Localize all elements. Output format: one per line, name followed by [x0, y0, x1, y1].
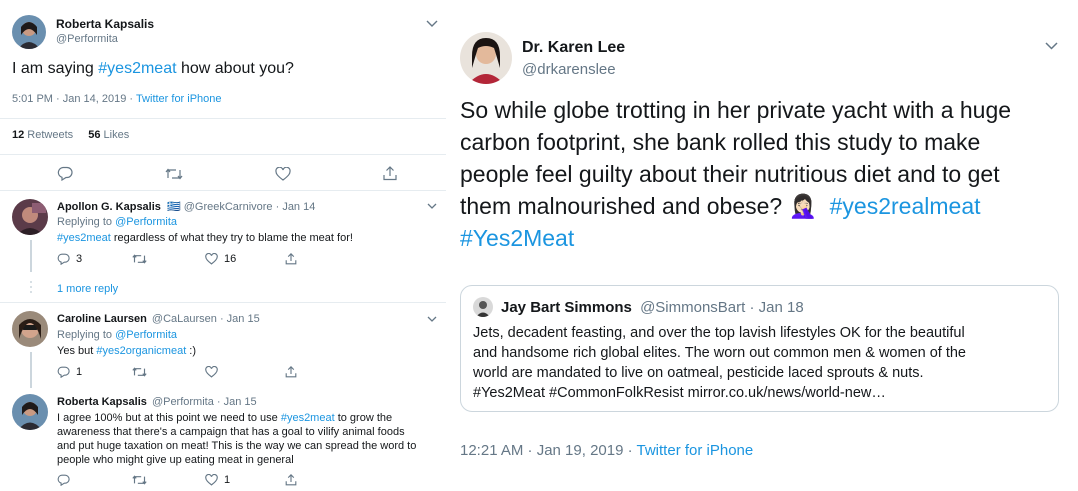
reply-author[interactable]: Apollon G. Kapsalis 🇬🇷 @GreekCarnivore ·… — [57, 200, 315, 213]
retweet-icon — [165, 168, 183, 179]
retweets-stat[interactable]: 12 Retweets — [12, 129, 73, 141]
left-tweet-panel: Roberta Kapsalis @Performita I am saying… — [0, 0, 446, 491]
reply-button[interactable] — [57, 474, 132, 486]
chevron-down-icon[interactable] — [1045, 42, 1059, 52]
share-icon — [285, 366, 297, 378]
reply-text-line: people who might give up eating meat in … — [57, 454, 294, 466]
author-name[interactable]: Roberta Kapsalis — [56, 17, 154, 31]
avatar[interactable] — [460, 32, 512, 84]
author-handle[interactable]: @Performita — [56, 33, 118, 45]
mention-link[interactable]: @Performita — [115, 329, 177, 341]
quoted-tweet-card[interactable]: Jay Bart Simmons @SimmonsBart · Jan 18 J… — [460, 285, 1059, 412]
reply-icon — [57, 166, 73, 181]
retweet-button[interactable] — [132, 474, 205, 486]
chevron-down-icon[interactable] — [427, 316, 441, 326]
share-button[interactable] — [285, 366, 297, 378]
tweet-timestamp: 12:21 AM · Jan 19, 2019 · Twitter for iP… — [460, 442, 754, 459]
reply-author[interactable]: Caroline Laursen @CaLaursen · Jan 15 — [57, 313, 260, 325]
reply-actions: 1 — [57, 366, 297, 378]
like-button[interactable]: 1 — [205, 474, 285, 486]
divider — [0, 154, 446, 155]
share-icon — [285, 253, 297, 265]
divider — [0, 190, 446, 191]
reply-text: #yes2meat regardless of what they try to… — [57, 232, 353, 244]
flag-icon: 🇬🇷 — [166, 201, 181, 213]
reply-icon — [57, 474, 70, 486]
more-replies-link[interactable]: 1 more reply — [57, 283, 118, 295]
mention-link[interactable]: @Performita — [115, 216, 177, 228]
reply-text: Yes but #yes2organicmeat :) — [57, 345, 197, 357]
reply-button[interactable] — [57, 166, 73, 181]
hashtag-link[interactable]: #yes2meat — [98, 60, 176, 77]
reply-icon — [57, 366, 70, 378]
replying-to: Replying to @Performita — [57, 329, 177, 341]
right-tweet-panel: Dr. Karen Lee @drkarenslee So while glob… — [446, 0, 1078, 491]
tweet-text: I am saying #yes2meat how about you? — [12, 60, 294, 77]
reply-actions: 3 16 — [57, 253, 297, 265]
chevron-down-icon[interactable] — [426, 20, 440, 30]
author-name[interactable]: Dr. Karen Lee — [522, 39, 625, 57]
avatar[interactable] — [12, 15, 46, 49]
hashtag-link[interactable]: #Yes2Meat — [460, 225, 574, 251]
share-icon — [285, 474, 297, 486]
heart-icon — [205, 474, 218, 486]
share-icon — [383, 166, 397, 181]
avatar[interactable] — [12, 311, 48, 347]
retweet-icon — [132, 254, 147, 264]
reply-icon — [57, 253, 70, 265]
reply-button[interactable]: 1 — [57, 366, 132, 378]
hashtag-link[interactable]: #yes2meat — [57, 232, 111, 244]
retweet-button[interactable] — [165, 167, 183, 181]
heart-icon — [275, 166, 291, 181]
hashtag-link[interactable]: #yes2organicmeat — [96, 345, 186, 357]
like-button[interactable]: 16 — [205, 253, 285, 265]
retweet-icon — [132, 475, 147, 485]
likes-stat[interactable]: 56 Likes — [88, 129, 129, 141]
like-button[interactable] — [275, 166, 291, 181]
like-button[interactable] — [205, 366, 285, 378]
tweet-timestamp: 5:01 PM · Jan 14, 2019 · Twitter for iPh… — [12, 93, 222, 105]
avatar — [473, 297, 493, 317]
tweet-stats: 12 Retweets 56 Likes — [12, 129, 129, 141]
source-link[interactable]: Twitter for iPhone — [637, 442, 754, 459]
share-button[interactable] — [285, 253, 297, 265]
reply-author[interactable]: Roberta Kapsalis @Performita · Jan 15 — [57, 396, 257, 408]
source-link[interactable]: Twitter for iPhone — [136, 93, 222, 105]
reply-actions: 1 — [57, 474, 297, 486]
thread-dots — [29, 281, 33, 296]
retweet-button[interactable] — [132, 366, 205, 378]
thread-line — [30, 240, 32, 272]
quoted-text: Jets, decadent feasting, and over the to… — [473, 325, 966, 401]
retweet-icon — [132, 367, 147, 377]
avatar[interactable] — [12, 199, 48, 235]
reply-text-line: awareness that there's a campaign that h… — [57, 426, 405, 438]
heart-icon — [205, 366, 218, 378]
reply-text-line: and put huge taxation on meat! This is t… — [57, 440, 417, 452]
divider — [0, 118, 446, 119]
reply-text-line: I agree 100% but at this point we need t… — [57, 412, 393, 424]
divider — [0, 302, 446, 303]
author-handle[interactable]: @drkarenslee — [522, 61, 616, 78]
avatar[interactable] — [12, 394, 48, 430]
retweet-button[interactable] — [132, 253, 205, 265]
tweet-actions — [57, 166, 397, 181]
quoted-author: Jay Bart Simmons @SimmonsBart · Jan 18 — [501, 299, 804, 316]
replying-to: Replying to @Performita — [57, 216, 177, 228]
thread-line — [30, 352, 32, 388]
reply-button[interactable]: 3 — [57, 253, 132, 265]
facepalm-emoji: 🤦🏻‍♀️ — [788, 193, 818, 219]
hashtag-link[interactable]: #yes2meat — [281, 412, 335, 424]
chevron-down-icon[interactable] — [427, 203, 441, 213]
share-button[interactable] — [383, 166, 397, 181]
heart-icon — [205, 253, 218, 265]
hashtag-link[interactable]: #yes2realmeat — [830, 193, 981, 219]
tweet-text: So while globe trotting in her private y… — [460, 97, 1012, 251]
share-button[interactable] — [285, 474, 297, 486]
